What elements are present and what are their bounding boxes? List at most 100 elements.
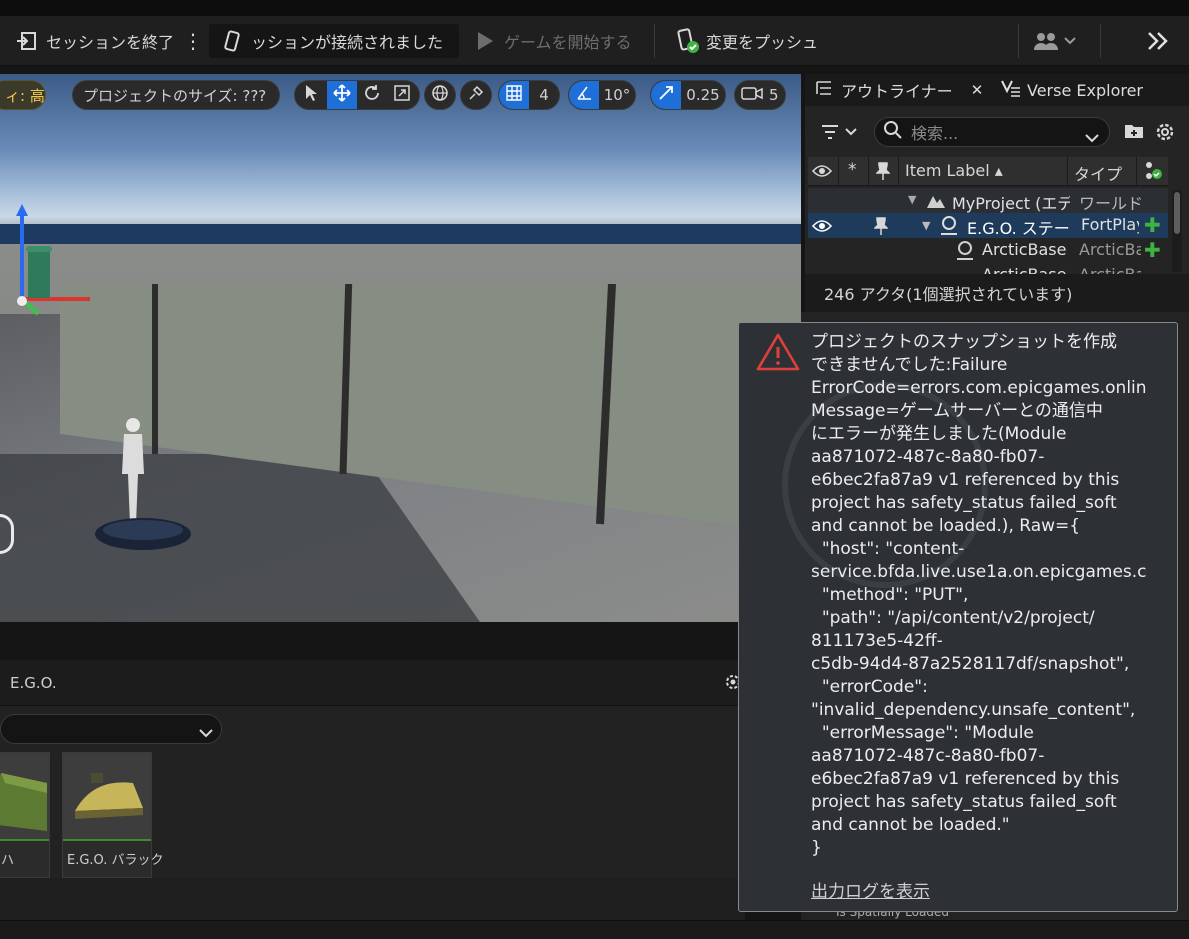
search-placeholder: 検索... bbox=[911, 124, 959, 143]
session-status-field: ッションが接続されました bbox=[209, 24, 459, 58]
level-viewport[interactable]: ィ: 高 プロジェクトのサイズ: ??? 4 10° 0.25 5 bbox=[0, 74, 801, 622]
add-plus-icon[interactable]: ✚ bbox=[1144, 213, 1161, 237]
rotate-icon bbox=[363, 84, 381, 106]
perimeter-wall bbox=[60, 284, 801, 534]
tab-outliner[interactable]: アウトライナー ✕ bbox=[815, 74, 983, 106]
mannequin-figure bbox=[122, 418, 144, 524]
tab-verse-explorer[interactable]: Verse Explorer bbox=[1001, 74, 1143, 106]
scale-arrow-icon bbox=[657, 84, 675, 106]
camera-icon bbox=[741, 85, 763, 105]
actor-icon bbox=[954, 240, 976, 264]
asset-thumbnail bbox=[0, 753, 49, 841]
world-space-button[interactable] bbox=[424, 80, 456, 110]
column-divider bbox=[1067, 157, 1068, 186]
camera-speed-button[interactable]: 5 bbox=[734, 80, 786, 110]
start-game-button[interactable]: ゲームを開始する bbox=[474, 24, 632, 58]
settings-gear-icon[interactable] bbox=[1155, 122, 1175, 146]
outliner-status: 246 アクタ(1個選択されています) bbox=[805, 274, 1189, 312]
row-type: ワールド bbox=[1079, 194, 1144, 213]
scale-icon bbox=[393, 84, 411, 106]
column-divider bbox=[898, 157, 899, 186]
show-output-log-link[interactable]: 出力ログを表示 bbox=[811, 877, 930, 902]
close-icon[interactable]: ✕ bbox=[971, 81, 984, 99]
filter-icon[interactable] bbox=[820, 123, 860, 145]
add-folder-icon[interactable] bbox=[1124, 122, 1144, 144]
rotate-mode-button[interactable] bbox=[357, 81, 387, 109]
sync-status-icon[interactable] bbox=[1143, 160, 1163, 186]
main-toolbar: セッションを終了 ⋮ ッションが接続されました ゲームを開始する 変更をプッシュ bbox=[0, 16, 1189, 66]
add-plus-icon[interactable]: ✚ bbox=[1144, 238, 1161, 262]
verse-icon bbox=[1001, 79, 1021, 101]
asset-thumbnail bbox=[63, 753, 151, 841]
column-divider bbox=[1136, 157, 1137, 186]
quality-label: ィ: 高 bbox=[5, 86, 45, 105]
outliner-row[interactable]: ArcticBase ArcticBa ✚ bbox=[808, 238, 1168, 263]
column-divider bbox=[868, 157, 869, 186]
camera-speed-value: 5 bbox=[769, 86, 779, 104]
play-icon bbox=[474, 30, 496, 52]
users-dropdown[interactable] bbox=[1032, 24, 1076, 58]
error-message: プロジェクトのスナップショットを作成 できませんでした:Failure Erro… bbox=[811, 332, 1147, 858]
outliner-search-input[interactable]: 検索... bbox=[874, 117, 1110, 147]
chevron-down-icon bbox=[1064, 37, 1076, 45]
row-type: ArcticBa bbox=[1079, 240, 1141, 259]
rotation-snap-toggle[interactable] bbox=[569, 81, 599, 109]
grid-icon bbox=[505, 84, 523, 106]
outliner-row-world[interactable]: ▼ MyProject (エデ ワールド bbox=[808, 188, 1168, 213]
translate-mode-button[interactable] bbox=[327, 81, 357, 109]
content-browser-footer bbox=[0, 878, 745, 920]
outliner-row-selected[interactable]: ▼ E.G.O. ステー: FortPlay ✚ bbox=[808, 213, 1168, 238]
grid-snap-value[interactable]: 4 bbox=[529, 81, 559, 109]
transform-gizmo[interactable] bbox=[10, 204, 110, 384]
expand-arrow-icon[interactable]: ▼ bbox=[922, 219, 930, 232]
search-icon bbox=[883, 120, 903, 144]
quality-dropdown[interactable]: ィ: 高 bbox=[0, 80, 46, 110]
move-arrows-icon bbox=[333, 84, 351, 106]
pin-icon[interactable] bbox=[873, 217, 889, 239]
more-options-icon[interactable]: ⋮ bbox=[183, 24, 203, 58]
row-label: ArcticBase bbox=[982, 265, 1066, 274]
status-bottom-bar bbox=[0, 920, 1189, 939]
grid-snap-toggle[interactable] bbox=[499, 81, 529, 109]
toolbar-divider bbox=[654, 24, 655, 58]
row-label: E.G.O. ステー: bbox=[967, 219, 1071, 238]
outliner-row[interactable]: ArcticBase ArcticBa bbox=[808, 263, 1168, 274]
rotation-snap-group: 10° bbox=[568, 80, 636, 110]
breadcrumb[interactable]: E.G.O. bbox=[10, 674, 57, 692]
favorite-column-star-icon[interactable]: * bbox=[848, 160, 857, 180]
asset-tile[interactable]: E.G.O. バラック bbox=[62, 752, 164, 878]
asset-label: E.G.O. バラック bbox=[67, 853, 164, 868]
exit-icon bbox=[14, 30, 40, 52]
content-filter-dropdown[interactable] bbox=[0, 714, 222, 744]
type-column-header[interactable]: タイプ bbox=[1074, 161, 1122, 185]
rotation-snap-value[interactable]: 10° bbox=[599, 81, 635, 109]
toolbar-divider bbox=[1100, 24, 1101, 58]
item-label-column-header[interactable]: Item Label ▴ bbox=[905, 161, 1003, 180]
scale-snap-toggle[interactable] bbox=[651, 81, 681, 109]
session-status-text: ッションが接続されました bbox=[251, 33, 444, 52]
project-size-indicator[interactable]: プロジェクトのサイズ: ??? bbox=[72, 80, 280, 110]
globe-icon bbox=[431, 84, 449, 106]
asset-tile[interactable]: ハ bbox=[0, 752, 50, 878]
title-strip bbox=[0, 0, 1189, 16]
select-mode-button[interactable] bbox=[295, 81, 327, 109]
expand-toolbar-icon[interactable] bbox=[1146, 24, 1170, 58]
push-changes-button[interactable]: 変更をプッシュ bbox=[676, 24, 818, 58]
angle-icon bbox=[575, 84, 593, 106]
scale-mode-button[interactable] bbox=[387, 81, 417, 109]
world-icon bbox=[926, 191, 946, 213]
visibility-eye-icon[interactable] bbox=[811, 217, 833, 239]
visibility-column-eye-icon[interactable] bbox=[811, 162, 833, 184]
end-session-button[interactable]: セッションを終了 bbox=[14, 24, 174, 58]
outliner-column-header: * Item Label ▴ タイプ bbox=[808, 157, 1168, 186]
scale-snap-group: 0.25 bbox=[650, 80, 726, 110]
row-type: ArcticBa bbox=[1079, 265, 1141, 274]
scale-snap-value[interactable]: 0.25 bbox=[681, 81, 725, 109]
expand-arrow-icon[interactable]: ▼ bbox=[908, 193, 916, 206]
end-session-label: セッションを終了 bbox=[46, 33, 175, 52]
pin-column-icon[interactable] bbox=[875, 162, 891, 184]
project-size-label: プロジェクトのサイズ: ??? bbox=[83, 86, 267, 105]
surface-snap-button[interactable] bbox=[460, 80, 492, 110]
push-changes-label: 変更をプッシュ bbox=[706, 33, 819, 52]
outliner-scroll-thumb[interactable] bbox=[1174, 192, 1180, 234]
